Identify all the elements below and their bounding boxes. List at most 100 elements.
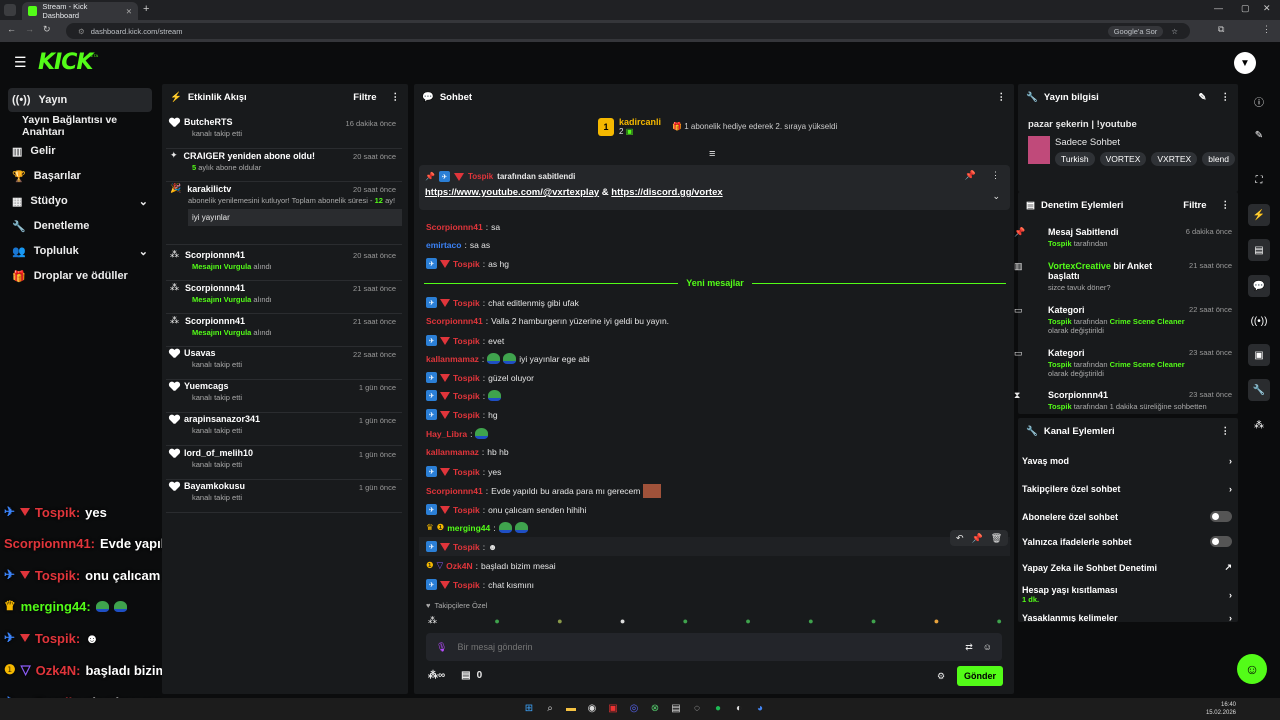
ai-moderation-row[interactable]: Yapay Zeka ile Sohbet Denetimi ↗: [1022, 562, 1232, 573]
kick-logo[interactable]: KICK: [38, 50, 93, 75]
close-tab-icon[interactable]: ✕: [126, 7, 132, 16]
emote-slot-icon[interactable]: ●: [871, 616, 876, 626]
expand-icon[interactable]: ⛶: [1248, 169, 1270, 191]
chat-message[interactable]: Scorpionnn41: Evde yapıldı bu arada para…: [426, 484, 662, 498]
wrench-icon[interactable]: 🔧: [1248, 379, 1270, 401]
windows-start-icon[interactable]: ⊞: [522, 701, 536, 715]
spotify-icon[interactable]: ●: [711, 701, 725, 715]
emote-slot-icon[interactable]: ●: [934, 616, 939, 626]
file-explorer-icon[interactable]: ▬: [564, 701, 578, 715]
emote-slot-icon[interactable]: ●: [745, 616, 750, 626]
chat-user[interactable]: Scorpionnn41: [426, 222, 483, 232]
browser-tab[interactable]: Stream - Kick Dashboard ✕: [22, 2, 138, 20]
nav-drops[interactable]: 🎁 Droplar ve ödüller: [8, 264, 152, 288]
filter-button[interactable]: Filtre: [353, 92, 376, 103]
chat-user[interactable]: Hay_Libra: [426, 429, 467, 439]
pinned-link[interactable]: https://discord.gg/vortex: [611, 187, 722, 198]
chat-message[interactable]: ✈ Tospik: chat kısmını: [426, 579, 534, 590]
taskbar-clock[interactable]: 16:40 15.02.2026: [1206, 701, 1236, 717]
nav-stream-key[interactable]: Yayın Bağlantısı ve Anahtarı: [8, 114, 152, 138]
emoji-icon[interactable]: ☺: [983, 642, 992, 652]
slow-mode-row[interactable]: Yavaş mod ›: [1022, 456, 1232, 466]
chat-user[interactable]: Tospik: [453, 505, 480, 515]
chat-message[interactable]: kallanmamaz: hb hb: [426, 447, 509, 457]
edit-icon[interactable]: ✎: [1199, 92, 1207, 103]
pinned-link[interactable]: https://www.youtube.com/@vxrtexplay: [425, 187, 599, 198]
nav-stream[interactable]: ((•)) Yayın: [8, 88, 152, 112]
unpin-icon[interactable]: 📌: [965, 170, 976, 181]
chat-user[interactable]: kallanmamaz: [426, 354, 479, 364]
nav-moderation[interactable]: 🔧 Denetleme: [8, 214, 152, 238]
chat-user[interactable]: Tospik: [453, 410, 480, 420]
bookmark-star-icon[interactable]: ☆: [1171, 27, 1178, 36]
lightning-icon[interactable]: ⚡: [1248, 204, 1270, 226]
subs-only-toggle[interactable]: [1210, 511, 1232, 522]
emote-slot-icon[interactable]: ⁂: [428, 615, 437, 626]
app-icon[interactable]: ◌: [690, 701, 704, 715]
info-panel-icon[interactable]: ▣: [1248, 344, 1270, 366]
close-window-icon[interactable]: ✕: [1263, 3, 1271, 14]
app-icon[interactable]: ▤: [669, 701, 683, 715]
pin-icon[interactable]: 📌: [972, 533, 983, 544]
discord-icon[interactable]: ◎: [627, 701, 641, 715]
hamburger-menu-icon[interactable]: ☰: [14, 54, 27, 71]
chat-user[interactable]: Tospik: [453, 298, 480, 308]
more-icon[interactable]: ⋮: [991, 170, 1000, 181]
new-tab-icon[interactable]: +: [143, 3, 149, 15]
steam-icon[interactable]: ◉: [585, 701, 599, 715]
nav-achievements[interactable]: 🏆 Başarılar: [8, 164, 152, 188]
tab-list-button[interactable]: [4, 4, 16, 16]
more-icon[interactable]: ⋮: [997, 92, 1007, 103]
back-icon[interactable]: ←: [7, 24, 16, 34]
chat-message[interactable]: ✈ Tospik: güzel oluyor: [426, 372, 534, 383]
chat-message[interactable]: Scorpionnn41: sa: [426, 222, 500, 232]
chat-message[interactable]: ✈ Tospik: ☻: [426, 541, 497, 552]
chat-user[interactable]: Ozk4N: [446, 561, 472, 571]
help-chat-icon[interactable]: ☺: [1237, 654, 1267, 684]
chat-message[interactable]: kallanmamaz: iyi yayınlar ege abi: [426, 353, 590, 364]
reload-icon[interactable]: ↻: [43, 24, 51, 35]
chat-message[interactable]: ✈ Tospik: chat editlenmiş gibi ufak: [426, 297, 579, 308]
chat-user[interactable]: Tospik: [453, 467, 480, 477]
emote-slot-icon[interactable]: ●: [557, 616, 562, 626]
chat-input[interactable]: [457, 642, 956, 652]
filter-button[interactable]: Filtre: [1183, 200, 1206, 211]
chat-message[interactable]: ✈ Tospik: hg: [426, 409, 498, 420]
user-avatar[interactable]: ▼: [1234, 52, 1256, 74]
chat-user[interactable]: Tospik: [453, 373, 480, 383]
more-icon[interactable]: ⋮: [1221, 200, 1231, 211]
url-field[interactable]: ⚙ dashboard.kick.com/stream Google'a Sor…: [66, 23, 1190, 39]
chat-user[interactable]: Tospik: [453, 259, 480, 269]
search-icon[interactable]: ⌕: [543, 701, 557, 715]
translate-icon[interactable]: ⇄: [965, 642, 973, 653]
chat-message[interactable]: ❶ ▽ Ozk4N: başladı bizim mesai: [426, 560, 556, 571]
followers-only-row[interactable]: Takipçilere özel sohbet ›: [1022, 484, 1232, 494]
obs-icon[interactable]: ◐: [732, 701, 746, 715]
chat-message[interactable]: ♛ ❶ merging44:: [426, 522, 528, 533]
kick-points-icon[interactable]: ⁂∞: [428, 670, 445, 681]
reply-icon[interactable]: ↶: [956, 533, 964, 544]
account-age-row[interactable]: Hesap yaşı kısıtlaması 1 dk. ›: [1022, 585, 1232, 604]
more-icon[interactable]: ⋮: [1221, 92, 1231, 103]
emote-slot-icon[interactable]: ●: [808, 616, 813, 626]
banned-words-row[interactable]: Yasaklanmış kelimeler ›: [1022, 614, 1232, 622]
emote-only-toggle[interactable]: [1210, 536, 1232, 547]
collapse-banner-icon[interactable]: ≡: [709, 148, 715, 160]
chat-message[interactable]: ✈ Tospik: as hg: [426, 258, 509, 269]
chat-input-box[interactable]: 🎙 ⇄ ☺: [426, 633, 1002, 661]
chat-message[interactable]: ✈ Tospik: evet: [426, 335, 504, 346]
more-icon[interactable]: ⋮: [391, 92, 401, 103]
edit-icon[interactable]: ✎: [1248, 124, 1270, 146]
chat-message[interactable]: ✈ Tospik:: [426, 390, 502, 401]
emote-slot-icon[interactable]: ●: [683, 616, 688, 626]
mic-icon[interactable]: 🎙: [436, 642, 447, 653]
nav-community[interactable]: 👥 Topluluk ⌄: [8, 239, 152, 263]
emote-slot-icon[interactable]: ●: [620, 616, 625, 626]
info-icon[interactable]: ⓘ: [1248, 90, 1270, 112]
site-info-icon[interactable]: ⚙: [78, 27, 85, 36]
chat-user[interactable]: Scorpionnn41: [426, 316, 483, 326]
minimize-icon[interactable]: —: [1214, 3, 1223, 13]
list-icon[interactable]: ▤: [1248, 239, 1270, 261]
chat-message[interactable]: Scorpionnn41: Valla 2 hamburgerın yüzeri…: [426, 316, 669, 326]
kick-points-icon[interactable]: ⁂: [1248, 414, 1270, 436]
